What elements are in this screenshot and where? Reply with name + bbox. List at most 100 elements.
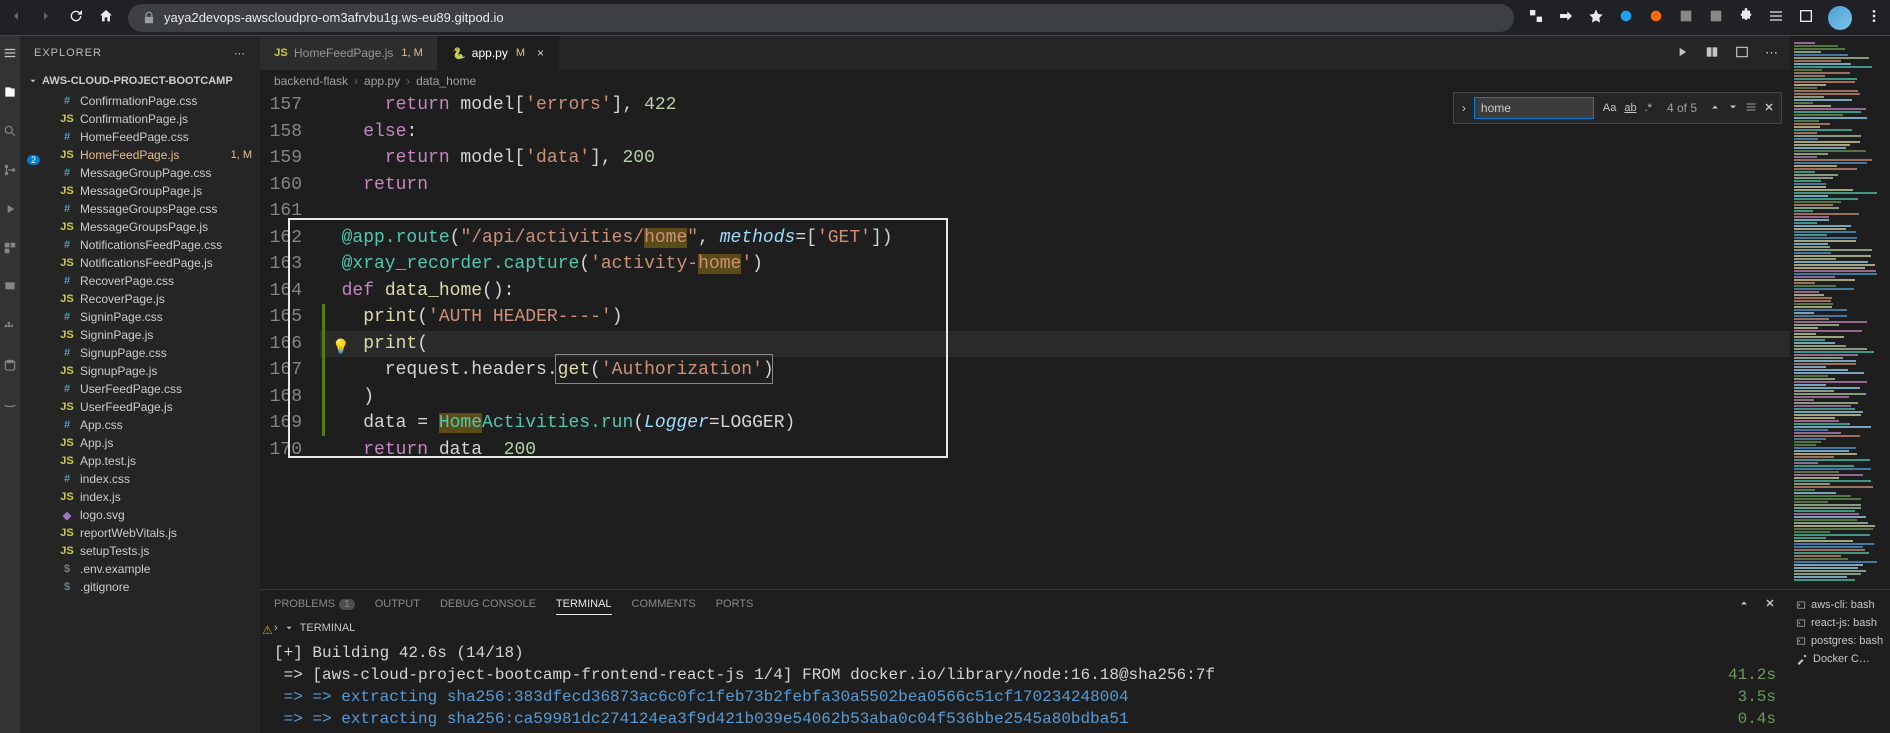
file-item[interactable]: #HomeFeedPage.css <box>20 128 260 146</box>
puzzle-icon[interactable] <box>1738 8 1754 27</box>
share-icon[interactable] <box>1558 8 1574 27</box>
terminal-header[interactable]: › TERMINAL <box>260 618 1790 638</box>
crumb-2[interactable]: data_home <box>416 74 476 88</box>
ext-icon-3[interactable] <box>1678 8 1694 27</box>
close-icon[interactable]: × <box>537 46 544 60</box>
debug-icon[interactable] <box>3 202 17 219</box>
terminal-body[interactable]: [+] Building 42.6s (14/18) => [aws-cloud… <box>260 638 1790 733</box>
ext-icon-2[interactable] <box>1648 8 1664 27</box>
tab-problems[interactable]: PROBLEMS1 <box>274 594 355 614</box>
chevron-right-icon[interactable]: › <box>1460 101 1468 115</box>
search-icon[interactable] <box>3 124 17 141</box>
explorer-icon[interactable] <box>3 85 17 102</box>
ext-icon-4[interactable] <box>1708 8 1724 27</box>
menu-icon[interactable] <box>3 46 17 63</box>
terminal-item[interactable]: react-js: bash <box>1796 614 1884 632</box>
file-item[interactable]: #SigninPage.css <box>20 308 260 326</box>
code-line[interactable]: request.headers.get('Authorization') <box>320 357 1790 384</box>
file-item[interactable]: JSSignupPage.js <box>20 362 260 380</box>
minimap[interactable] <box>1790 36 1890 589</box>
editor-tab[interactable]: 🐍app.pyM× <box>438 36 559 70</box>
tab-ports[interactable]: PORTS <box>716 594 754 614</box>
extensions-icon[interactable] <box>3 241 17 258</box>
menu-icon[interactable] <box>1866 8 1882 27</box>
tab-terminal[interactable]: TERMINAL <box>556 594 612 615</box>
terminal-item[interactable]: postgres: bash <box>1796 632 1884 650</box>
code-line[interactable]: @xray_recorder.capture('activity-home') <box>320 251 1790 278</box>
code-lines[interactable]: return model['errors'], 422 else: return… <box>320 92 1790 589</box>
file-item[interactable]: #MessageGroupPage.css <box>20 164 260 182</box>
file-item[interactable]: JSMessageGroupPage.js <box>20 182 260 200</box>
list-icon[interactable] <box>1768 8 1784 27</box>
aws-icon[interactable] <box>3 397 17 414</box>
file-item[interactable]: ◆logo.svg <box>20 506 260 524</box>
ext-icon-1[interactable] <box>1618 8 1634 27</box>
file-item[interactable]: #UserFeedPage.css <box>20 380 260 398</box>
avatar[interactable] <box>1828 6 1852 30</box>
docker-icon[interactable] <box>3 319 17 336</box>
file-item[interactable]: JSRecoverPage.js <box>20 290 260 308</box>
code-line[interactable] <box>320 198 1790 225</box>
terminal-item[interactable]: aws-cli: bash <box>1796 596 1884 614</box>
file-item[interactable]: JSreportWebVitals.js <box>20 524 260 542</box>
layout-icon[interactable] <box>1735 45 1749 62</box>
file-item[interactable]: JSApp.js <box>20 434 260 452</box>
file-item[interactable]: JSConfirmationPage.js <box>20 110 260 128</box>
code-line[interactable]: return <box>320 172 1790 199</box>
panel-maximize-icon[interactable] <box>1738 597 1750 612</box>
code-line[interactable]: print('AUTH HEADER----') <box>320 304 1790 331</box>
reload-button[interactable] <box>68 8 84 27</box>
file-item[interactable]: JSMessageGroupsPage.js <box>20 218 260 236</box>
file-item[interactable]: $.gitignore <box>20 578 260 596</box>
file-item[interactable]: JSNotificationsFeedPage.js <box>20 254 260 272</box>
match-case-icon[interactable]: Aa <box>1600 100 1619 116</box>
tab-output[interactable]: OUTPUT <box>375 594 420 614</box>
split-icon[interactable] <box>1705 45 1719 62</box>
docker-containers[interactable]: Docker C… <box>1796 650 1884 668</box>
sidebar-more-icon[interactable]: ⋯ <box>234 47 246 60</box>
lightbulb-icon[interactable]: 💡 <box>332 335 349 362</box>
code-line[interactable]: return data 200 <box>320 437 1790 464</box>
prev-match-icon[interactable] <box>1709 101 1721 116</box>
find-input[interactable] <box>1474 97 1594 119</box>
db-icon[interactable] <box>3 358 17 375</box>
file-item[interactable]: #App.css <box>20 416 260 434</box>
panel-close-icon[interactable] <box>1764 597 1776 612</box>
file-item[interactable]: $.env.example <box>20 560 260 578</box>
code-editor[interactable]: 1571581591601611621631641651661671681691… <box>260 92 1790 589</box>
breadcrumbs[interactable]: backend-flask › app.py › data_home <box>260 70 1790 92</box>
file-item[interactable]: #NotificationsFeedPage.css <box>20 236 260 254</box>
close-icon[interactable] <box>1763 101 1775 116</box>
crumb-1[interactable]: app.py <box>364 74 400 88</box>
tab-comments[interactable]: COMMENTS <box>632 594 696 614</box>
home-button[interactable] <box>98 8 114 27</box>
file-item[interactable]: JSindex.js <box>20 488 260 506</box>
forward-button[interactable] <box>38 8 54 27</box>
back-button[interactable] <box>8 8 24 27</box>
star-icon[interactable] <box>1588 8 1604 27</box>
file-item[interactable]: #MessageGroupsPage.css <box>20 200 260 218</box>
match-word-icon[interactable]: ab <box>1621 100 1639 116</box>
selection-icon[interactable] <box>1745 101 1757 116</box>
code-line[interactable]: data = HomeActivities.run(Logger=LOGGER) <box>320 410 1790 437</box>
editor-tab[interactable]: JSHomeFeedPage.js1, M <box>260 36 438 70</box>
regex-icon[interactable]: .* <box>1642 100 1655 116</box>
code-line[interactable]: print( <box>320 331 1790 358</box>
translate-icon[interactable] <box>1528 8 1544 27</box>
code-line[interactable]: @app.route("/api/activities/home", metho… <box>320 225 1790 252</box>
tab-more-icon[interactable]: ⋯ <box>1765 45 1778 61</box>
next-match-icon[interactable] <box>1727 101 1739 116</box>
file-item[interactable]: #index.css <box>20 470 260 488</box>
url-bar[interactable]: yaya2devops-awscloudpro-om3afrvbu1g.ws-e… <box>128 4 1514 32</box>
run-icon[interactable] <box>1675 45 1689 62</box>
file-item[interactable]: #RecoverPage.css <box>20 272 260 290</box>
file-item[interactable]: JSSigninPage.js <box>20 326 260 344</box>
file-item[interactable]: JSsetupTests.js <box>20 542 260 560</box>
window-icon[interactable] <box>1798 8 1814 27</box>
file-item[interactable]: #ConfirmationPage.css <box>20 92 260 110</box>
file-item[interactable]: JSHomeFeedPage.js1, M <box>20 146 260 164</box>
crumb-0[interactable]: backend-flask <box>274 74 348 88</box>
scm-icon[interactable]: 2 <box>3 163 17 180</box>
tab-debug-console[interactable]: DEBUG CONSOLE <box>440 594 536 614</box>
code-line[interactable]: return model['data'], 200 <box>320 145 1790 172</box>
